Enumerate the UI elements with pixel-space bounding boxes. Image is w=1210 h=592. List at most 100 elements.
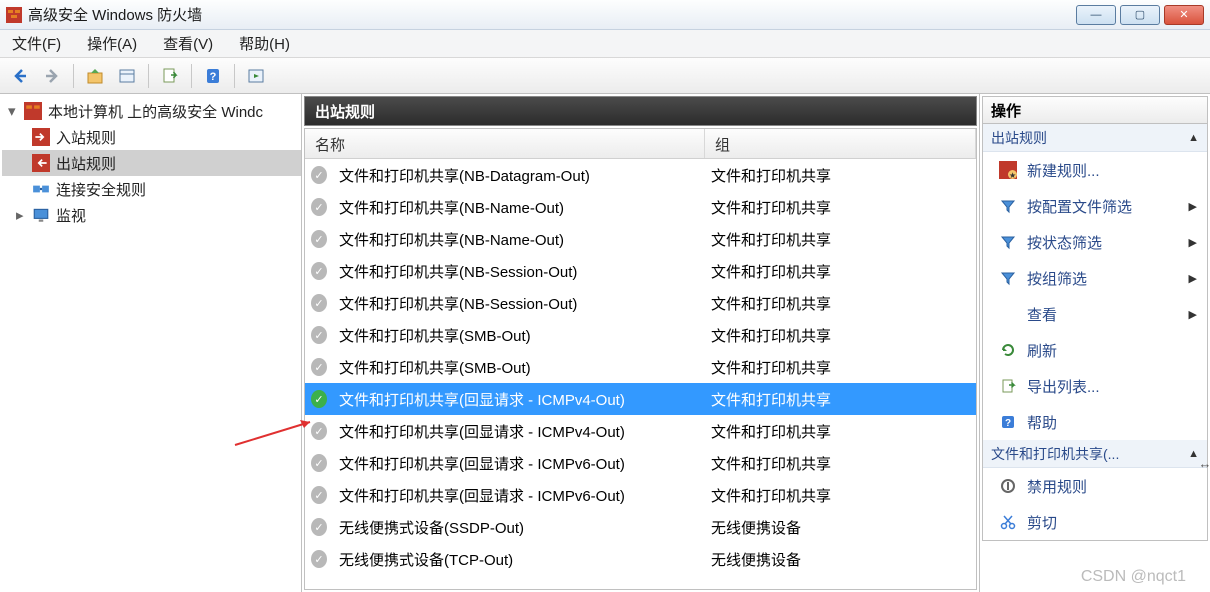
forward-button[interactable] [38,62,66,90]
rule-group: 文件和打印机共享 [705,197,976,218]
rule-row[interactable]: ✓文件和打印机共享(NB-Session-Out)文件和打印机共享 [305,255,976,287]
rule-name: 文件和打印机共享(回显请求 - ICMPv4-Out) [333,389,705,410]
submenu-icon: ▶ [1189,272,1197,285]
rule-group: 文件和打印机共享 [705,165,976,186]
minimize-button[interactable]: — [1076,5,1116,25]
monitor-icon [32,206,50,224]
menu-help[interactable]: 帮助(H) [235,31,294,56]
rule-row[interactable]: ✓文件和打印机共享(NB-Name-Out)文件和打印机共享 [305,191,976,223]
action-help[interactable]: ? 帮助 [983,404,1207,440]
rule-row[interactable]: ✓文件和打印机共享(SMB-Out)文件和打印机共享 [305,351,976,383]
submenu-icon: ▶ [1189,200,1197,213]
new-rule-icon: ★ [999,161,1017,179]
up-button[interactable] [81,62,109,90]
rule-disabled-icon: ✓ [311,454,327,472]
rule-name: 无线便携式设备(TCP-Out) [333,549,705,570]
rule-row[interactable]: ✓文件和打印机共享(回显请求 - ICMPv4-Out)文件和打印机共享 [305,415,976,447]
rules-list: 名称 组 ✓文件和打印机共享(NB-Datagram-Out)文件和打印机共享✓… [304,128,977,590]
firewall-icon [24,102,42,120]
maximize-button[interactable]: ▢ [1120,5,1160,25]
toolbar-separator [191,64,192,88]
tree-monitor-label: 监视 [56,205,86,226]
rule-row[interactable]: ✓ 文件和打印机共享(回显请求 - ICMPv6-Out)文件和打印机共享 [305,479,976,511]
connsec-icon [32,180,50,198]
col-name-header[interactable]: 名称 [305,129,705,158]
rule-row[interactable]: ✓文件和打印机共享(NB-Name-Out)文件和打印机共享 [305,223,976,255]
rule-group: 文件和打印机共享 [705,389,976,410]
rule-disabled-icon: ✓ [311,486,327,504]
tree-inbound-label: 入站规则 [56,127,116,148]
menu-action[interactable]: 操作(A) [83,31,141,56]
expand-icon[interactable]: ▸ [16,206,30,224]
tree-monitor[interactable]: ▸ 监视 [2,202,301,228]
close-button[interactable]: ✕ [1164,5,1204,25]
rule-name: 文件和打印机共享(SMB-Out) [333,357,705,378]
menubar: 文件(F) 操作(A) 查看(V) 帮助(H) [0,30,1210,58]
actions-title: 操作 [982,96,1208,124]
tree-pane: ▾ 本地计算机 上的高级安全 Windc 入站规则 出站规则 连接安全规则 ▸ … [0,94,302,592]
rule-name: 文件和打印机共享(NB-Session-Out) [333,293,705,314]
rule-disabled-icon: ✓ [311,198,327,216]
rule-disabled-icon: ✓ [311,550,327,568]
rule-group: 无线便携设备 [705,517,976,538]
rule-disabled-icon: ✓ [311,518,327,536]
collapse-icon: ▲ [1188,132,1199,144]
action-filter-state[interactable]: 按状态筛选 ▶ [983,224,1207,260]
toolbar: ? [0,58,1210,94]
action-help-label: 帮助 [1027,412,1057,433]
menu-view[interactable]: 查看(V) [159,31,217,56]
actions-section-selected[interactable]: 文件和打印机共享(... ▲ [983,440,1207,468]
action-filter-group[interactable]: 按组筛选 ▶ [983,260,1207,296]
action-filter-profile[interactable]: 按配置文件筛选 ▶ [983,188,1207,224]
tree-connsec[interactable]: 连接安全规则 [2,176,301,202]
cut-icon [999,513,1017,531]
tree-root[interactable]: ▾ 本地计算机 上的高级安全 Windc [2,98,301,124]
action-export-label: 导出列表... [1027,376,1100,397]
action-refresh[interactable]: 刷新 [983,332,1207,368]
menu-file[interactable]: 文件(F) [8,31,65,56]
action-cut[interactable]: 剪切 [983,504,1207,540]
rule-disabled-icon: ✓ [311,326,327,344]
list-body[interactable]: ✓文件和打印机共享(NB-Datagram-Out)文件和打印机共享✓文件和打印… [305,159,976,589]
back-button[interactable] [6,62,34,90]
properties-button[interactable] [113,62,141,90]
tree-inbound[interactable]: 入站规则 [2,124,301,150]
rule-group: 文件和打印机共享 [705,261,976,282]
center-panel-title: 出站规则 [304,96,977,126]
submenu-icon: ▶ [1189,236,1197,249]
action-pane-button[interactable] [242,62,270,90]
disable-icon [999,477,1017,495]
collapse-icon: ▲ [1188,448,1199,460]
rule-name: 文件和打印机共享(NB-Name-Out) [333,229,705,250]
rule-row[interactable]: ✓文件和打印机共享(NB-Session-Out)文件和打印机共享 [305,287,976,319]
rule-row[interactable]: ✓文件和打印机共享(SMB-Out)文件和打印机共享 [305,319,976,351]
rule-group: 文件和打印机共享 [705,453,976,474]
rule-group: 文件和打印机共享 [705,229,976,250]
rule-name: 文件和打印机共享(NB-Datagram-Out) [333,165,705,186]
col-group-header[interactable]: 组 [705,129,976,158]
help-icon: ? [999,413,1017,431]
action-view[interactable]: 查看 ▶ [983,296,1207,332]
resize-handle[interactable]: ↔ [1200,454,1210,472]
rule-row[interactable]: ✓文件和打印机共享(回显请求 - ICMPv4-Out)文件和打印机共享 [305,383,976,415]
action-export[interactable]: 导出列表... [983,368,1207,404]
action-disable-label: 禁用规则 [1027,476,1087,497]
collapse-icon[interactable]: ▾ [8,102,22,120]
action-disable-rule[interactable]: 禁用规则 [983,468,1207,504]
help-toolbar-button[interactable]: ? [199,62,227,90]
actions-section-outbound[interactable]: 出站规则 ▲ [983,124,1207,152]
rule-disabled-icon: ✓ [311,262,327,280]
tree-root-label: 本地计算机 上的高级安全 Windc [48,101,263,122]
rule-row[interactable]: ✓无线便携式设备(SSDP-Out)无线便携设备 [305,511,976,543]
window-title: 高级安全 Windows 防火墙 [28,4,1076,25]
export-button[interactable] [156,62,184,90]
rule-disabled-icon: ✓ [311,294,327,312]
action-new-rule[interactable]: ★ 新建规则... [983,152,1207,188]
rule-row[interactable]: ✓文件和打印机共享(NB-Datagram-Out)文件和打印机共享 [305,159,976,191]
rule-row[interactable]: ✓无线便携式设备(TCP-Out)无线便携设备 [305,543,976,575]
rule-name: 文件和打印机共享(回显请求 - ICMPv6-Out) [333,485,705,506]
rule-row[interactable]: ✓文件和打印机共享(回显请求 - ICMPv6-Out)文件和打印机共享 [305,447,976,479]
action-new-rule-label: 新建规则... [1027,160,1100,181]
rule-group: 文件和打印机共享 [705,485,976,506]
tree-outbound[interactable]: 出站规则 [2,150,301,176]
